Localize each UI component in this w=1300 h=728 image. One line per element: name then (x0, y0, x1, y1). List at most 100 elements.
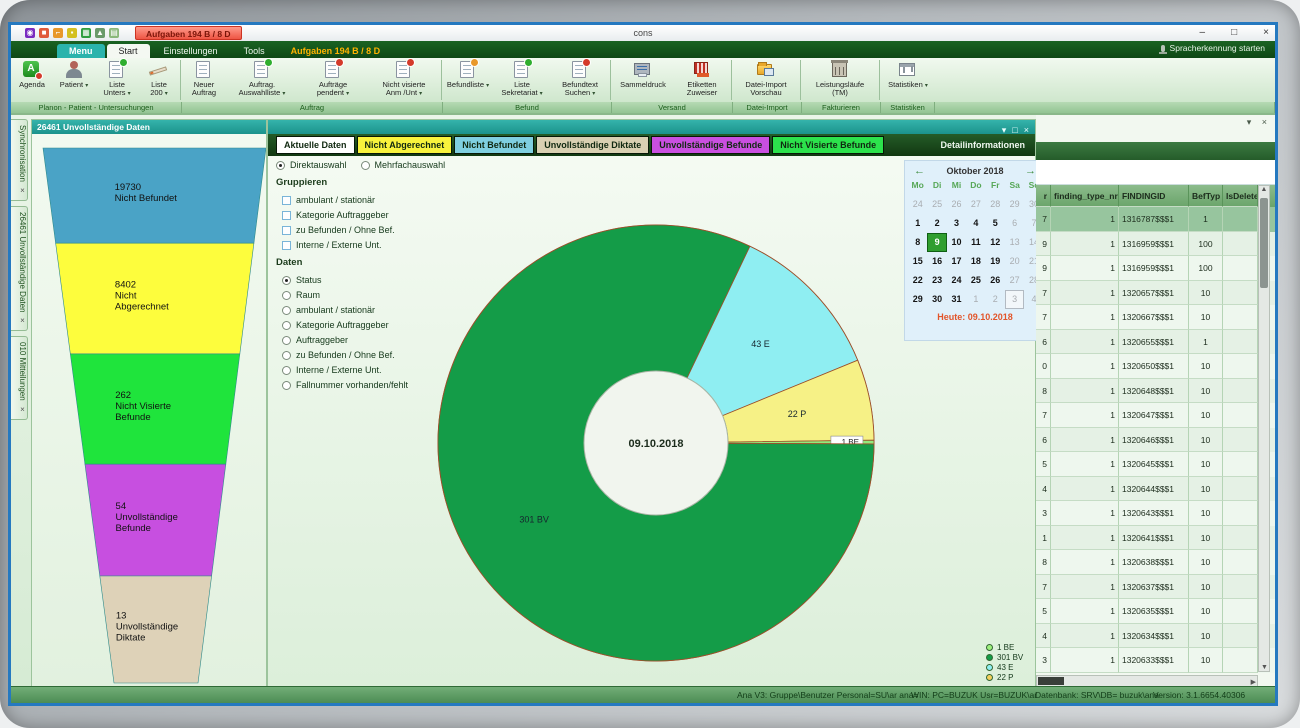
report-icon[interactable]: ▤ (109, 28, 119, 38)
calendar-day[interactable]: 10 (947, 233, 966, 252)
table-row[interactable]: 511320645$$$110 (1036, 452, 1275, 477)
calendar-day[interactable]: 24 (908, 195, 927, 214)
app-menu-icon[interactable]: ◉ (25, 28, 35, 38)
calendar-day[interactable]: 19 (986, 252, 1005, 271)
detail-informationen-link[interactable]: Detailinformationen (940, 140, 1025, 150)
radio-mehrfachauswahl[interactable] (361, 161, 370, 170)
table-row[interactable]: 811320638$$$110 (1036, 550, 1275, 575)
column-header-finding_type_nr[interactable]: finding_type_nr (1051, 185, 1119, 207)
radio-status[interactable] (282, 276, 291, 285)
scroll-right-icon[interactable]: ▶ (1251, 678, 1256, 686)
table-row[interactable]: 511320635$$$110 (1036, 599, 1275, 624)
table-row[interactable]: 111320641$$$110 (1036, 526, 1275, 551)
table-row[interactable]: 411320644$$$110 (1036, 477, 1275, 502)
detail-tab-unvollst-ndige-diktate[interactable]: Unvollständige Diktate (536, 136, 649, 154)
calendar-day[interactable]: 29 (908, 290, 927, 309)
column-header-beftyp[interactable]: BefTyp (1189, 185, 1223, 207)
radio-zu-befunden-ohne-bef-[interactable] (282, 351, 291, 360)
toolbar-button-liste[interactable]: Liste Sekretariat ▾ (493, 58, 551, 102)
toolbar-button-befundtext[interactable]: Befundtext Suchen ▾ (551, 58, 609, 102)
scrollbar-thumb[interactable] (1260, 198, 1268, 288)
column-header-findingid[interactable]: FINDINGID (1119, 185, 1189, 207)
toolbar-button-liste[interactable]: Liste Unters ▾ (95, 58, 139, 102)
minimize-button[interactable]: – (1200, 25, 1206, 41)
radio-ambulant-station-r[interactable] (282, 306, 291, 315)
panel-collapse-icon[interactable]: ▾ (1002, 125, 1007, 135)
detail-tab-nicht-abgerechnet[interactable]: Nicht Abgerechnet (357, 136, 453, 154)
ribbon-tab-einstellungen[interactable]: Einstellungen (152, 44, 230, 58)
toolbar-button-auftr-ge[interactable]: Aufträge pendent ▾ (298, 58, 368, 102)
calendar-day[interactable]: 3 (947, 214, 966, 233)
detail-tab-nicht-visierte-befunde[interactable]: Nicht Visierte Befunde (772, 136, 884, 154)
toolbar-button-agenda[interactable]: AAgenda (11, 58, 53, 102)
lock-icon[interactable]: ▪ (67, 28, 77, 38)
table-row[interactable]: 711320637$$$110 (1036, 575, 1275, 600)
detail-tab-nicht-befundet[interactable]: Nicht Befundet (454, 136, 534, 154)
calendar-next-icon[interactable]: → (1025, 165, 1036, 177)
close-icon[interactable]: × (18, 186, 27, 195)
side-tab-synchronisation[interactable]: Synchronisation× (11, 119, 28, 201)
calendar-day[interactable]: 17 (947, 252, 966, 271)
quick-task-highlight[interactable]: Aufgaben 194 B / 8 D (135, 26, 242, 40)
panel-close-icon[interactable]: × (1024, 125, 1029, 135)
close-icon[interactable]: × (18, 316, 27, 325)
ribbon-tab-menu[interactable]: Menu (57, 44, 105, 58)
calendar-day[interactable]: 18 (966, 252, 985, 271)
radio-direktauswahl[interactable] (276, 161, 285, 170)
calendar-day[interactable]: 24 (947, 271, 966, 290)
calendar-day[interactable]: 28 (986, 195, 1005, 214)
toolbar-button-datei-import[interactable]: Datei-Import Vorschau (733, 58, 799, 102)
radio-interne-externe-unt-[interactable] (282, 366, 291, 375)
detail-tab-aktuelle-daten[interactable]: Aktuelle Daten (276, 136, 355, 154)
side-tab-26461-unvollst-ndige-daten[interactable]: 26461 Unvollständige Daten× (11, 206, 28, 332)
table-row[interactable]: 611320646$$$110 (1036, 428, 1275, 453)
scroll-up-icon[interactable]: ▲ (1261, 186, 1268, 193)
calendar-day[interactable]: 12 (986, 233, 1005, 252)
calendar-day[interactable]: 27 (1005, 271, 1024, 290)
vertical-scrollbar[interactable]: ▲ ▼ (1258, 185, 1270, 672)
stop-icon[interactable]: ■ (39, 28, 49, 38)
calendar-day[interactable]: 1 (966, 290, 985, 309)
scroll-down-icon[interactable]: ▼ (1261, 664, 1268, 671)
calendar-day[interactable]: 2 (986, 290, 1005, 309)
panel-restore-icon[interactable]: □ (1012, 125, 1017, 135)
calendar-day[interactable]: 27 (966, 195, 985, 214)
radio-fallnummer-vorhanden-fehlt[interactable] (282, 381, 291, 390)
calendar-day-selected[interactable]: 9 (927, 233, 946, 252)
table-row[interactable]: 911316959$$$1100 (1036, 256, 1275, 281)
calendar-day[interactable]: 26 (947, 195, 966, 214)
grid-icon[interactable]: ▦ (81, 28, 91, 38)
key-icon[interactable]: ⌐ (53, 28, 63, 38)
table-row[interactable]: 711320657$$$110 (1036, 281, 1275, 306)
funnel-segment-nicht-abgerechnet[interactable] (56, 243, 254, 354)
table-row[interactable]: 411320634$$$110 (1036, 624, 1275, 649)
toolbar-button-etiketten[interactable]: Etiketten Zuweiser (674, 58, 730, 102)
calendar-day[interactable]: 15 (908, 252, 927, 271)
ribbon-tab-tools[interactable]: Tools (232, 44, 277, 58)
ribbon-tab-start[interactable]: Start (107, 44, 150, 58)
calendar-day[interactable]: 30 (927, 290, 946, 309)
checkbox-ambulant-station-r[interactable] (282, 196, 291, 205)
speech-recognition-button[interactable]: Spracherkennung starten (1161, 43, 1265, 53)
toolbar-button-patient[interactable]: Patient ▾ (53, 58, 95, 102)
calendar-day[interactable]: 11 (966, 233, 985, 252)
detail-tab-unvollst-ndige-befunde[interactable]: Unvollständige Befunde (651, 136, 770, 154)
calendar-day[interactable]: 8 (908, 233, 927, 252)
table-row[interactable]: 711320647$$$110 (1036, 403, 1275, 428)
import-icon[interactable]: ▲ (95, 28, 105, 38)
radio-auftraggeber[interactable] (282, 336, 291, 345)
calendar-day[interactable]: 26 (986, 271, 1005, 290)
calendar-day[interactable]: 20 (1005, 252, 1024, 271)
calendar-day[interactable]: 6 (1005, 214, 1024, 233)
table-close-icon[interactable]: × (1262, 117, 1267, 127)
hscrollbar-thumb[interactable] (1038, 677, 1064, 685)
calendar-day[interactable]: 31 (947, 290, 966, 309)
calendar-day[interactable]: 2 (927, 214, 946, 233)
radio-kategorie-auftraggeber[interactable] (282, 321, 291, 330)
calendar-day[interactable]: 22 (908, 271, 927, 290)
toolbar-button-statistiken[interactable]: Statistiken ▾ (881, 58, 935, 102)
column-header-r[interactable]: r (1036, 185, 1051, 207)
close-icon[interactable]: × (18, 405, 27, 414)
table-row[interactable]: 311320633$$$110 (1036, 648, 1275, 673)
toolbar-button-neuer[interactable]: Neuer Auftrag (182, 58, 226, 102)
